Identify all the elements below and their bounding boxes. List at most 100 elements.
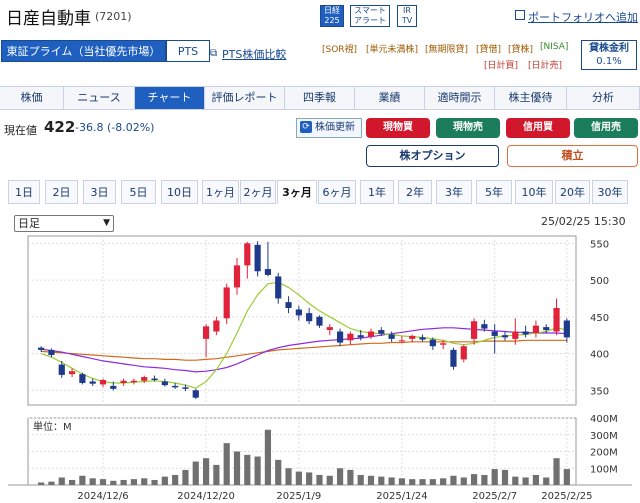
volume-bar: [429, 479, 436, 485]
price-tick-label: 400: [590, 350, 609, 361]
candle-body: [357, 335, 364, 338]
candle-body: [440, 343, 447, 345]
candle-body: [172, 385, 179, 388]
candle-body: [285, 302, 292, 309]
date-tick-label: 2025/1/9: [276, 491, 321, 502]
volume-bar: [553, 458, 560, 485]
volume-bar: [130, 479, 138, 485]
date-tick-label: 2025/2/25: [541, 491, 592, 502]
candle-body: [367, 331, 375, 337]
volume-bar: [182, 469, 189, 485]
candle-body: [58, 364, 65, 375]
candle-body: [336, 331, 344, 343]
candle-body: [512, 331, 519, 339]
candle-body: [68, 371, 76, 375]
volume-bar: [213, 464, 220, 485]
candle-body: [409, 335, 416, 339]
volume-bar: [326, 475, 333, 485]
candle-body: [429, 339, 436, 347]
volume-bar: [532, 474, 540, 485]
candle-body: [161, 381, 168, 386]
volume-bar: [378, 476, 385, 485]
price-tick-label: 500: [590, 276, 609, 287]
candle-body: [110, 385, 117, 389]
volume-bar: [275, 459, 282, 485]
candle-body: [192, 390, 199, 398]
volume-bar: [141, 478, 148, 485]
candle-body: [141, 377, 148, 381]
candle-body: [48, 349, 55, 356]
volume-bar: [151, 479, 158, 485]
candle-body: [532, 325, 540, 333]
price-tick-label: 350: [590, 386, 609, 397]
volume-bar: [172, 474, 179, 485]
stock-chart: 550 500 450 400 350 400M 300M 200M 100M 単位：M 2024/…: [8, 235, 632, 502]
candle-body: [419, 337, 426, 340]
candle-body: [213, 320, 220, 332]
volume-bar: [336, 468, 344, 485]
volume-bar: [89, 478, 96, 485]
candle-body: [563, 320, 570, 338]
volume-bar: [58, 477, 65, 485]
candle-body: [522, 331, 529, 335]
volume-bar: [388, 477, 395, 485]
volume-bar: [398, 478, 406, 485]
ma-short-line: [41, 281, 567, 389]
volume-bar: [347, 469, 354, 485]
volume-bar: [120, 479, 127, 485]
volume-bar: [244, 454, 251, 485]
candle-body: [388, 334, 395, 339]
candle-body: [202, 326, 210, 339]
candle-body: [491, 331, 498, 336]
ma-mid-line: [41, 327, 567, 373]
volume-bar: [223, 443, 230, 485]
candle-body: [182, 387, 189, 389]
volume-bar: [285, 468, 292, 485]
candle-body: [501, 335, 509, 338]
volume-bar: [264, 429, 272, 485]
volume-bar: [470, 474, 478, 485]
date-tick-label: 2025/1/24: [376, 491, 427, 502]
volume-tick-label: 400M: [590, 414, 618, 425]
volume-bar: [481, 474, 488, 485]
candle-body: [275, 276, 282, 299]
volume-bar: [543, 477, 550, 485]
candle-body: [326, 327, 333, 331]
candle-body: [223, 287, 230, 319]
candle-body: [481, 324, 488, 329]
volume-bar: [316, 474, 323, 485]
candle-body: [378, 330, 385, 334]
candle-body: [450, 349, 457, 367]
volume-bar: [79, 475, 86, 485]
candle-body: [38, 347, 45, 350]
candle-body: [470, 321, 478, 339]
volume-tick-label: 300M: [590, 431, 618, 442]
volume-bar: [460, 477, 467, 485]
candle-body: [233, 265, 241, 288]
volume-bar: [512, 476, 519, 485]
candle-body: [306, 313, 313, 322]
volume-bar: [367, 475, 375, 485]
candle-body: [543, 327, 550, 331]
candle-body: [347, 333, 354, 341]
volume-bar: [161, 476, 168, 485]
volume-unit-label: 単位：M: [33, 420, 72, 433]
volume-bar: [522, 477, 529, 485]
candle-body: [120, 380, 127, 383]
volume-bar: [419, 479, 426, 485]
volume-bar: [563, 469, 570, 485]
candle-body: [316, 316, 323, 326]
candle-body: [553, 308, 560, 332]
candle-body: [89, 381, 96, 384]
candle-body: [151, 378, 158, 381]
volume-bar: [48, 481, 55, 485]
volume-bar: [450, 475, 457, 485]
volume-bar: [491, 469, 498, 485]
candle-body: [295, 309, 302, 316]
volume-bar: [110, 480, 117, 485]
volume-bar: [409, 479, 416, 485]
volume-bar: [38, 482, 45, 485]
candle-body: [398, 340, 406, 342]
volume-bar: [295, 471, 302, 485]
volume-bar: [254, 456, 261, 485]
